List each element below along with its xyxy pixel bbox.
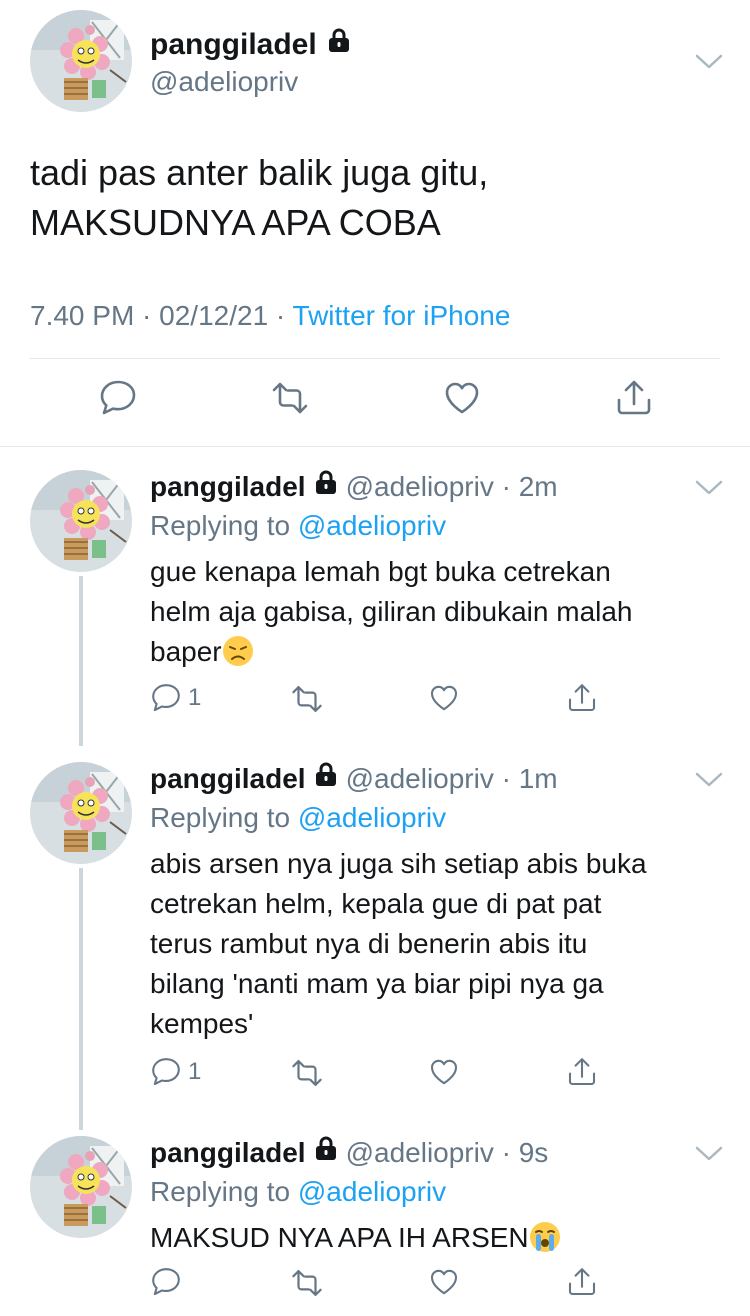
source-link[interactable]: Twitter for iPhone <box>293 300 511 331</box>
loudly-crying-face-emoji <box>529 1221 561 1264</box>
tweet-meta: 7.40 PM · 02/12/21 · Twitter for iPhone <box>30 300 510 332</box>
replying-to: Replying to @adeliopriv <box>150 1176 447 1207</box>
reply-tweet[interactable]: panggiladel @adeliopriv · 1m Replying to… <box>0 760 750 1100</box>
reply-tweet[interactable]: panggiladel @adeliopriv · 2m Replying to… <box>0 468 750 748</box>
share-button[interactable] <box>614 378 654 418</box>
tweet-text: abis arsen nya juga sih setiap abis buka… <box>150 848 647 1039</box>
reply-icon <box>150 1266 182 1298</box>
share-button[interactable] <box>566 1266 598 1298</box>
share-icon <box>566 682 598 714</box>
replying-to: Replying to @adeliopriv <box>150 510 447 541</box>
retweet-button[interactable] <box>290 1056 324 1090</box>
display-name[interactable]: panggiladel <box>150 471 306 503</box>
retweet-icon <box>290 682 324 716</box>
reply-button[interactable]: 1 <box>150 682 201 714</box>
like-button[interactable] <box>428 682 460 714</box>
retweet-icon <box>270 378 310 418</box>
share-button[interactable] <box>566 1056 598 1088</box>
reply-action-bar: 1 <box>0 1056 750 1106</box>
lock-icon <box>327 28 351 62</box>
main-action-bar <box>0 378 750 428</box>
reply-tweet[interactable]: panggiladel @adeliopriv · 9s Replying to… <box>0 1134 750 1316</box>
like-icon <box>428 1266 460 1298</box>
reply-button[interactable]: 1 <box>150 1056 201 1088</box>
divider <box>30 358 720 359</box>
share-icon <box>566 1266 598 1298</box>
retweet-button[interactable] <box>290 1266 324 1300</box>
retweet-icon <box>290 1056 324 1090</box>
like-icon <box>428 682 460 714</box>
handle-and-time[interactable]: @adeliopriv · 1m <box>346 763 558 795</box>
reply-button[interactable] <box>98 378 138 418</box>
retweet-icon <box>290 1266 324 1300</box>
replying-to-link[interactable]: @adeliopriv <box>298 510 446 541</box>
tweet-text: tadi pas anter balik juga gitu, MAKSUDNY… <box>30 152 489 243</box>
timestamp: 7.40 PM · 02/12/21 · <box>30 300 293 331</box>
handle-and-time[interactable]: @adeliopriv · 9s <box>346 1137 549 1169</box>
like-button[interactable] <box>428 1056 460 1088</box>
display-name[interactable]: panggiladel <box>150 763 306 795</box>
reply-header: panggiladel @adeliopriv · 1m <box>150 762 558 795</box>
retweet-button[interactable] <box>290 682 324 716</box>
reply-header: panggiladel @adeliopriv · 9s <box>150 1136 548 1169</box>
handle[interactable]: @adeliopriv <box>150 66 298 98</box>
share-icon <box>566 1056 598 1088</box>
share-icon <box>614 378 654 418</box>
reply-count: 1 <box>188 684 202 711</box>
retweet-button[interactable] <box>270 378 310 418</box>
reply-header: panggiladel @adeliopriv · 2m <box>150 470 558 503</box>
tweet-text: gue kenapa lemah bgt buka cetrekan helm … <box>150 552 710 678</box>
replying-to-link[interactable]: @adeliopriv <box>298 802 446 833</box>
display-name[interactable]: panggiladel <box>150 1137 306 1169</box>
replying-to: Replying to @adeliopriv <box>150 802 447 833</box>
display-name[interactable]: panggiladel <box>150 28 351 62</box>
avatar[interactable] <box>30 1136 132 1238</box>
avatar[interactable] <box>30 762 132 864</box>
chevron-down-icon[interactable] <box>694 770 724 790</box>
like-icon <box>442 378 482 418</box>
handle-and-time[interactable]: @adeliopriv · 2m <box>346 471 558 503</box>
divider <box>0 446 750 447</box>
like-button[interactable] <box>428 1266 460 1298</box>
reply-button[interactable] <box>150 1266 188 1298</box>
chevron-down-icon[interactable] <box>694 1144 724 1164</box>
disappointed-face-emoji <box>222 635 254 678</box>
lock-icon <box>314 1136 338 1169</box>
replying-to-link[interactable]: @adeliopriv <box>298 1176 446 1207</box>
like-button[interactable] <box>442 378 482 418</box>
reply-count: 1 <box>188 1058 202 1085</box>
chevron-down-icon[interactable] <box>694 52 724 72</box>
avatar[interactable] <box>30 10 132 112</box>
chevron-down-icon[interactable] <box>694 478 724 498</box>
main-tweet-header: panggiladel @adeliopriv <box>0 0 750 120</box>
reply-icon <box>150 1056 182 1088</box>
reply-icon <box>150 682 182 714</box>
avatar[interactable] <box>30 470 132 572</box>
reply-action-bar <box>0 1266 750 1316</box>
share-button[interactable] <box>566 682 598 714</box>
like-icon <box>428 1056 460 1088</box>
lock-icon <box>314 762 338 795</box>
tweet-text: MAKSUD NYA APA IH ARSEN <box>150 1218 710 1264</box>
lock-icon <box>314 470 338 503</box>
reply-action-bar: 1 <box>0 682 750 732</box>
reply-icon <box>98 378 138 418</box>
